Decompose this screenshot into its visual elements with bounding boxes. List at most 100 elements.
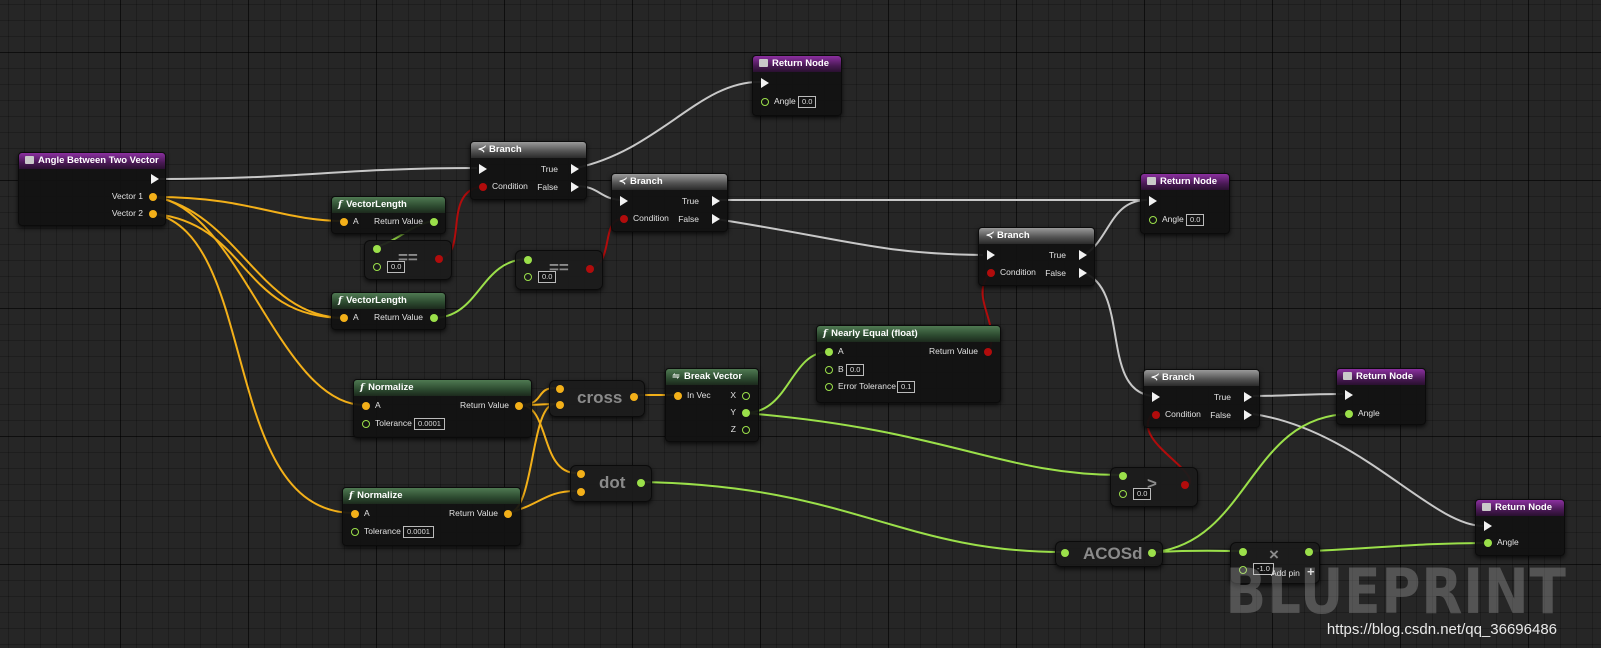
error-tolerance-in-pin[interactable] — [825, 383, 833, 391]
exec-in-pin[interactable] — [620, 196, 628, 206]
bool-out-pin[interactable] — [1181, 481, 1189, 489]
angle-in-pin[interactable] — [1345, 410, 1353, 418]
z-out-pin[interactable] — [742, 426, 750, 434]
exec-in-pin[interactable] — [1152, 392, 1160, 402]
return-node[interactable]: Return Node Angle 0.0 — [1140, 173, 1230, 234]
return-value-out-pin[interactable] — [504, 510, 512, 518]
bool-out-pin[interactable] — [586, 265, 594, 273]
dot-product-node[interactable]: dot — [570, 465, 652, 502]
x-out-pin[interactable] — [742, 392, 750, 400]
false-exec-out-pin[interactable] — [712, 214, 720, 224]
a-in-pin[interactable] — [1119, 472, 1127, 480]
return-node[interactable]: Return Node Angle — [1475, 499, 1565, 556]
exec-in-pin[interactable] — [987, 250, 995, 260]
return-value-out-pin[interactable] — [984, 348, 992, 356]
tolerance-value-field[interactable]: 0.0001 — [414, 418, 445, 430]
node-header: Return Node — [753, 56, 841, 72]
break-vector-node[interactable]: ⇋ Break Vector In Vec X Y Z — [665, 368, 759, 442]
return-value-out-pin[interactable] — [515, 402, 523, 410]
condition-in-pin[interactable] — [479, 183, 487, 191]
normalize-node[interactable]: f Normalize A Return Value Tolerance 0.00… — [353, 379, 532, 438]
a-in-pin[interactable] — [362, 402, 370, 410]
angle-in-pin[interactable] — [1484, 539, 1492, 547]
greater-than-node[interactable]: > 0.0 — [1110, 467, 1198, 507]
exec-in-pin[interactable] — [1484, 521, 1492, 531]
exec-in-pin[interactable] — [479, 164, 487, 174]
tolerance-in-pin[interactable] — [351, 528, 359, 536]
exec-in-pin[interactable] — [1345, 390, 1353, 400]
true-exec-out-pin[interactable] — [571, 164, 579, 174]
true-exec-out-pin[interactable] — [712, 196, 720, 206]
condition-in-pin[interactable] — [1152, 411, 1160, 419]
result-out-pin[interactable] — [637, 479, 645, 487]
a-in-pin[interactable] — [524, 256, 532, 264]
pin-label: Z — [730, 424, 736, 434]
equal-node[interactable]: == 0.0 — [364, 240, 452, 280]
branch-node[interactable]: ≺ Branch True Condition False — [1143, 369, 1260, 428]
exec-in-pin[interactable] — [761, 78, 769, 88]
return-node[interactable]: Return Node Angle — [1336, 368, 1426, 425]
cross-product-node[interactable]: cross — [549, 380, 645, 417]
a-in-pin[interactable] — [556, 385, 564, 393]
pin-label: Return Value — [929, 346, 978, 356]
in-vec-pin[interactable] — [674, 392, 682, 400]
branch-node[interactable]: ≺ Branch True Condition False — [978, 227, 1095, 286]
condition-in-pin[interactable] — [987, 269, 995, 277]
b-value-field[interactable]: 0.0 — [538, 271, 557, 283]
false-exec-out-pin[interactable] — [571, 182, 579, 192]
false-exec-out-pin[interactable] — [1079, 268, 1087, 278]
b-in-pin[interactable] — [373, 263, 381, 271]
false-exec-out-pin[interactable] — [1244, 410, 1252, 420]
exec-out-pin[interactable] — [151, 174, 159, 184]
a-in-pin[interactable] — [340, 314, 348, 322]
vector2-out-pin[interactable] — [149, 210, 157, 218]
vector1-out-pin[interactable] — [149, 193, 157, 201]
b-in-pin[interactable] — [1119, 490, 1127, 498]
node-title: Nearly Equal (float) — [831, 328, 918, 339]
tolerance-in-pin[interactable] — [362, 420, 370, 428]
b-value-field[interactable]: 0.0 — [387, 261, 406, 273]
angle-value-field[interactable]: 0.0 — [798, 96, 817, 108]
branch-node[interactable]: ≺ Branch True Condition False — [611, 173, 728, 232]
vector-length-node[interactable]: f VectorLength A Return Value — [331, 292, 446, 330]
condition-in-pin[interactable] — [620, 215, 628, 223]
b-value-field[interactable]: 0.0 — [846, 364, 865, 376]
true-exec-out-pin[interactable] — [1079, 250, 1087, 260]
angle-in-pin[interactable] — [761, 98, 769, 106]
a-in-pin[interactable] — [340, 218, 348, 226]
nearly-equal-node[interactable]: f Nearly Equal (float) A Return Value B 0… — [816, 325, 1001, 403]
angle-value-field[interactable]: 0.0 — [1186, 214, 1205, 226]
exec-in-pin[interactable] — [1149, 196, 1157, 206]
tolerance-value-field[interactable]: 0.0001 — [403, 526, 434, 538]
bool-out-pin[interactable] — [435, 255, 443, 263]
y-out-pin[interactable] — [742, 409, 750, 417]
angle-in-pin[interactable] — [1149, 216, 1157, 224]
equal-node[interactable]: == 0.0 — [515, 250, 603, 290]
true-exec-out-pin[interactable] — [1244, 392, 1252, 402]
branch-node[interactable]: ≺ Branch True Condition False — [470, 141, 587, 200]
node-title: Branch — [996, 230, 1030, 241]
b-in-pin[interactable] — [524, 273, 532, 281]
a-in-pin[interactable] — [825, 348, 833, 356]
result-out-pin[interactable] — [630, 393, 638, 401]
a-in-pin[interactable] — [577, 470, 585, 478]
return-value-out-pin[interactable] — [430, 218, 438, 226]
a-in-pin[interactable] — [351, 510, 359, 518]
b-in-pin[interactable] — [825, 366, 833, 374]
vector-length-node[interactable]: f VectorLength A Return Value — [331, 196, 446, 234]
result-out-pin[interactable] — [1148, 549, 1156, 557]
b-in-pin[interactable] — [556, 401, 564, 409]
function-entry-node[interactable]: Angle Between Two Vector Vector 1 Vector… — [18, 152, 166, 226]
a-in-pin[interactable] — [373, 245, 381, 253]
error-tolerance-value-field[interactable]: 0.1 — [897, 381, 916, 393]
a-in-pin[interactable] — [1061, 549, 1069, 557]
node-title: Angle Between Two Vector — [38, 155, 159, 166]
return-icon — [1147, 177, 1156, 185]
acosd-node[interactable]: ACOSd — [1055, 541, 1163, 567]
blueprint-graph-canvas[interactable]: Angle Between Two Vector Vector 1 Vector… — [0, 0, 1601, 648]
b-value-field[interactable]: 0.0 — [1133, 488, 1152, 500]
normalize-node[interactable]: f Normalize A Return Value Tolerance 0.00… — [342, 487, 521, 546]
return-value-out-pin[interactable] — [430, 314, 438, 322]
return-node[interactable]: Return Node Angle 0.0 — [752, 55, 842, 116]
b-in-pin[interactable] — [577, 488, 585, 496]
